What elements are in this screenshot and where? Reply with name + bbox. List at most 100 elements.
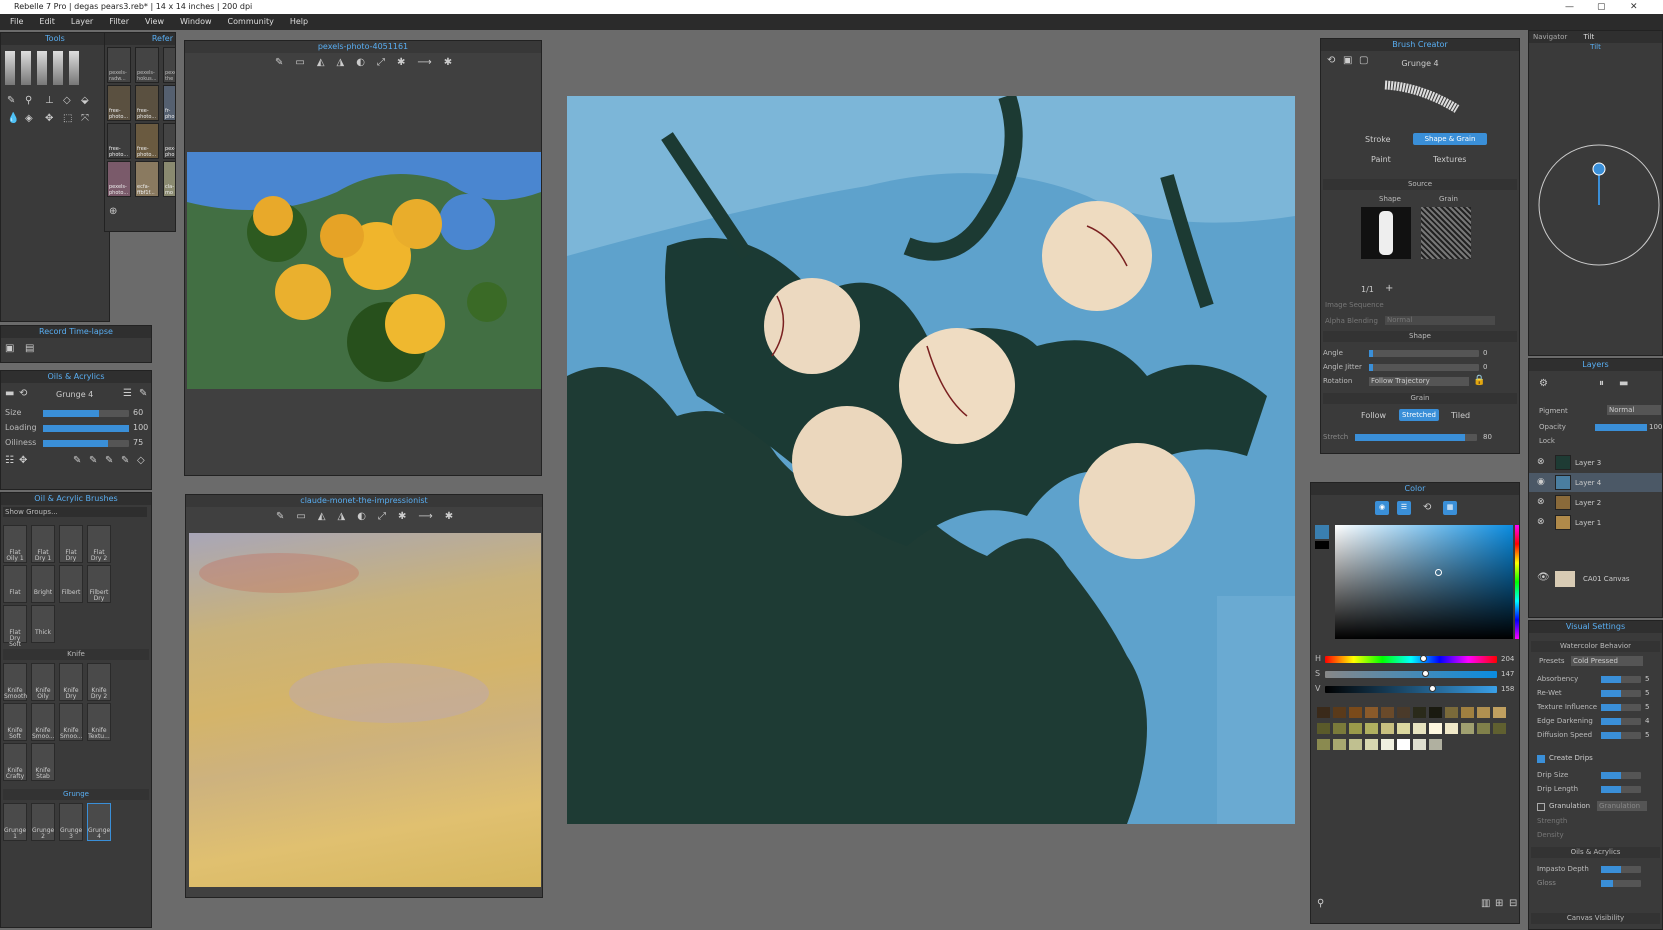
menu-view[interactable]: View (145, 14, 164, 30)
color-history-icon[interactable]: ⟲ (1423, 503, 1431, 513)
gloss-slider[interactable]: Gloss (1537, 877, 1658, 889)
settings-icon[interactable]: ✱ (445, 511, 453, 522)
saturation-slider[interactable]: S 147 (1315, 668, 1515, 680)
rotation-dropdown[interactable]: Follow Trajectory (1369, 377, 1469, 386)
brush-preset[interactable]: Flat Dry Soft (3, 605, 27, 648)
layer-row[interactable]: ⊗ Layer 3 (1529, 453, 1662, 472)
menu-filter[interactable]: Filter (109, 14, 129, 30)
palette-menu-icon[interactable]: ▥ (1481, 899, 1490, 909)
blend-mode-dropdown[interactable]: Normal (1607, 405, 1661, 415)
brush-preset[interactable]: Knife Smoo... (59, 703, 83, 741)
grayscale-icon[interactable]: ◐ (356, 57, 365, 68)
mode3-icon[interactable]: ✎ (105, 456, 113, 466)
flip-h-icon[interactable]: ◭ (318, 511, 326, 522)
grain-preview[interactable] (1421, 207, 1471, 259)
hue-slider[interactable]: H 204 (1315, 653, 1515, 665)
granulation-dropdown[interactable]: Granulation (1597, 801, 1647, 811)
eraser-icon[interactable]: ◇ (63, 95, 71, 106)
reset-icon[interactable]: ⟲ (19, 389, 27, 399)
brush-preset[interactable]: Flat (3, 565, 27, 603)
layer-visibility-icon[interactable]: ⊗ (1537, 513, 1545, 532)
color-swatch[interactable] (1365, 723, 1378, 734)
opacity-slider[interactable]: Opacity 100 (1539, 421, 1662, 433)
transform-icon[interactable]: ⤧ (81, 113, 89, 124)
color-sliders-icon[interactable]: ☰ (1397, 501, 1411, 515)
film-icon[interactable]: ▤ (25, 344, 34, 354)
brush-settings-icon[interactable]: ☰ (123, 389, 132, 399)
presets-dropdown[interactable]: Cold Pressed (1571, 656, 1643, 666)
ref-thumb[interactable]: cla-mo (163, 161, 175, 197)
list-icon[interactable]: ☷ (5, 456, 14, 466)
menu-community[interactable]: Community (228, 14, 274, 30)
tab-navigator[interactable]: Navigator (1533, 33, 1567, 41)
drip-length-slider[interactable]: Drip Length (1537, 783, 1658, 795)
color-swatch[interactable] (1493, 723, 1506, 734)
fit-icon[interactable]: ⤢ (377, 57, 385, 68)
layer-visibility-icon[interactable]: ⊗ (1537, 453, 1545, 472)
brush-preset[interactable]: Knife Oily (31, 663, 55, 701)
menu-window[interactable]: Window (180, 14, 212, 30)
brush-preset[interactable]: Knife Dry 2 (87, 663, 111, 701)
color-swatch[interactable] (1461, 707, 1474, 718)
brush-preset[interactable]: Filbert (59, 565, 83, 603)
line-icon[interactable]: ⟶ (417, 57, 431, 68)
tab-stroke[interactable]: Stroke (1365, 135, 1391, 144)
canvas-color-swatch[interactable] (1555, 571, 1575, 587)
add-reference-icon[interactable]: ⊕ (109, 207, 117, 217)
layer-visibility-icon[interactable]: ⊗ (1537, 493, 1545, 512)
watercolor-slider[interactable]: Re-Wet 5 (1537, 687, 1658, 699)
color-swatch[interactable] (1381, 707, 1394, 718)
mode5-icon[interactable]: ◇ (137, 456, 145, 466)
color-swatch[interactable] (1333, 707, 1346, 718)
color-swatch[interactable] (1477, 707, 1490, 718)
color-swatch[interactable] (1397, 707, 1410, 718)
frame-icon[interactable]: ▭ (295, 57, 304, 68)
brush-preset[interactable]: Knife Smooth (3, 663, 27, 701)
ref-thumb[interactable]: pex-pho (163, 123, 175, 159)
menu-help[interactable]: Help (290, 14, 308, 30)
hue-strip[interactable] (1515, 525, 1519, 639)
angle-jitter-slider[interactable]: Angle Jitter 0 (1323, 361, 1515, 373)
layer-settings-icon[interactable]: ⚙ (1539, 379, 1548, 389)
brush-preset[interactable]: Thick (31, 605, 55, 643)
source-section[interactable]: Source (1323, 179, 1517, 190)
stretch-slider[interactable]: Stretch 80 (1323, 431, 1515, 443)
grunge-group-header[interactable]: Grunge (3, 789, 149, 800)
color-swatch[interactable] (1317, 723, 1330, 734)
flip-v-icon[interactable]: ◮ (338, 511, 346, 522)
brush-preset[interactable]: Flat Dry (59, 525, 83, 563)
oiliness-slider[interactable]: Oiliness 75 (5, 437, 147, 449)
canvas-visibility-section[interactable]: Canvas Visibility (1531, 913, 1660, 924)
color-swatch[interactable] (1445, 723, 1458, 734)
color-swatch[interactable] (1397, 739, 1410, 750)
brush-preset[interactable]: Knife Smoo... (31, 703, 55, 741)
ref-thumb[interactable]: pexels-hokus... (135, 47, 159, 83)
grayscale-icon[interactable]: ◐ (357, 511, 366, 522)
brush-preset[interactable]: Grunge 4 (87, 803, 111, 841)
pause-icon[interactable]: ⏸ (1599, 379, 1604, 389)
color-swatch[interactable] (1493, 707, 1506, 718)
frame-icon[interactable]: ▭ (296, 511, 305, 522)
watercolor-slider[interactable]: Absorbency 5 (1537, 673, 1658, 685)
oils-section[interactable]: Oils & Acrylics (1531, 847, 1660, 858)
color-swatch[interactable] (1429, 739, 1442, 750)
brush-preset[interactable]: Flat Dry 1 (31, 525, 55, 563)
color-swatch[interactable] (1349, 723, 1362, 734)
layer-options-icon[interactable]: ▬ (1619, 379, 1628, 389)
brush-preset[interactable]: Bright (31, 565, 55, 603)
granulation-checkbox[interactable] (1537, 803, 1545, 811)
pen-pressure-icon[interactable]: ✎ (139, 389, 147, 399)
main-canvas[interactable] (567, 96, 1295, 824)
layer-visibility-icon[interactable]: ◉ (1537, 473, 1545, 492)
maximize-icon[interactable]: ▢ (1597, 0, 1606, 14)
color-wheel-icon[interactable]: ◉ (1375, 501, 1389, 515)
color-swatch[interactable] (1445, 707, 1458, 718)
brush-preset[interactable]: Flat Oily 1 (3, 525, 27, 563)
knife-group-header[interactable]: Knife (3, 649, 149, 660)
grain-section[interactable]: Grain (1323, 393, 1517, 404)
minimize-icon[interactable]: — (1565, 0, 1574, 14)
color-swatch[interactable] (1333, 723, 1346, 734)
shape-section[interactable]: Shape (1323, 331, 1517, 342)
add-shape-icon[interactable]: + (1385, 284, 1393, 294)
color-swatch[interactable] (1365, 739, 1378, 750)
